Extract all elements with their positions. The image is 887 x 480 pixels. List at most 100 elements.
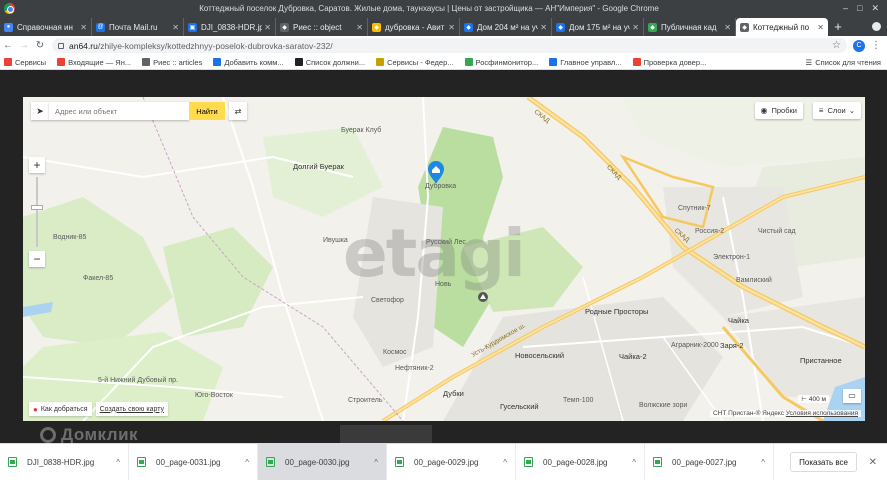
zoom-slider-handle[interactable]	[31, 205, 43, 210]
chevron-up-icon[interactable]: ^	[374, 458, 378, 467]
zoom-in-button[interactable]: +	[29, 157, 45, 173]
downloads-shelf: DJI_0838-HDR.jpg ^ 00_page-0031.jpg ^ 00_pag…	[0, 443, 887, 480]
tab-label: Почта Mail.ru	[109, 22, 158, 32]
map-label: Факел-85	[83, 275, 114, 282]
bookmark-item[interactable]: Входящие — Ян...	[57, 58, 131, 67]
close-tab-icon[interactable]: ✕	[540, 23, 547, 32]
close-tab-icon[interactable]: ✕	[632, 23, 639, 32]
reading-list-button[interactable]: ☰ Список для чтения	[806, 58, 882, 67]
zoom-out-button[interactable]: −	[29, 251, 45, 267]
map-label: Вамлиский	[736, 277, 772, 284]
bookmark-favicon-icon	[213, 58, 222, 66]
close-tab-icon[interactable]: ✕	[172, 23, 179, 32]
etagi-watermark: etagi	[343, 215, 526, 292]
create-map-link[interactable]: Создать свою карту	[95, 402, 169, 416]
map-view[interactable]: etagi Буерак Клуб Долгий Буерак Дубровка…	[23, 97, 865, 421]
close-window-icon[interactable]: ✕	[871, 3, 879, 14]
download-item[interactable]: 00_page-0027.jpg ^	[645, 443, 774, 480]
bookmark-item[interactable]: Сервисы - Федер...	[376, 58, 454, 67]
image-file-icon	[8, 457, 17, 467]
tab-search-icon[interactable]	[872, 22, 881, 31]
thumbnail[interactable]	[340, 425, 432, 443]
chevron-up-icon[interactable]: ^	[116, 458, 120, 467]
map-label: Чистый сад	[758, 228, 796, 235]
map-search-input[interactable]	[49, 102, 189, 120]
back-icon[interactable]: ←	[0, 40, 16, 51]
bookmark-item[interactable]: Добавить комм...	[213, 58, 284, 67]
chevron-up-icon[interactable]: ^	[632, 458, 636, 467]
bookmark-favicon-icon	[57, 58, 66, 66]
bookmark-item[interactable]: Список должни...	[294, 58, 365, 67]
image-file-icon	[653, 457, 662, 467]
url-text[interactable]: an64.ru/zhilye-kompleksy/kottedzhnyy-pos…	[69, 41, 832, 51]
close-shelf-icon[interactable]: ✕	[869, 457, 877, 468]
download-item[interactable]: DJI_0838-HDR.jpg ^	[0, 443, 129, 480]
image-file-icon	[137, 457, 146, 467]
close-tab-icon[interactable]: ✕	[80, 23, 87, 32]
map-label: Русский Лес	[426, 239, 466, 246]
map-label: Электрон-1	[713, 254, 750, 261]
bookmark-item[interactable]: Росфинмонитор...	[464, 58, 538, 67]
close-tab-icon[interactable]: ✕	[264, 23, 271, 32]
tab-7[interactable]: ◆ Публичная кад ✕	[644, 18, 736, 36]
map-label: Ивушка	[323, 237, 348, 244]
reading-list-icon: ☰	[805, 57, 813, 67]
reload-icon[interactable]: ↻	[32, 40, 48, 51]
download-item[interactable]: 00_page-0029.jpg ^	[387, 443, 516, 480]
poi-icon[interactable]	[477, 291, 489, 303]
image-file-icon	[266, 457, 275, 467]
tab-5[interactable]: ◆ Дом 204 м² на уч ✕	[460, 18, 552, 36]
download-item[interactable]: 00_page-0028.jpg ^	[516, 443, 645, 480]
close-tab-icon[interactable]: ✕	[724, 23, 731, 32]
show-all-button[interactable]: Показать все	[790, 452, 857, 472]
tab-label: Справочная ин	[17, 22, 73, 32]
forward-icon[interactable]: →	[16, 40, 32, 51]
tab-2[interactable]: ▣ DJI_0838-HDR.jp ✕	[184, 18, 276, 36]
close-tab-icon[interactable]: ✕	[448, 23, 455, 32]
lock-icon[interactable]	[58, 42, 64, 49]
chevron-up-icon[interactable]: ^	[245, 458, 249, 467]
tab-0[interactable]: ● Справочная ин ✕	[0, 18, 92, 36]
window-title: Коттеджный поселок Дубровка, Саратов. Жи…	[199, 3, 659, 13]
bookmark-item[interactable]: Проверка довер...	[632, 58, 706, 67]
bookmark-item[interactable]: Риес :: articles	[142, 58, 202, 67]
maximize-icon[interactable]: □	[857, 3, 862, 14]
download-item[interactable]: 00_page-0031.jpg ^	[129, 443, 258, 480]
layers-button[interactable]: ≡ Слои ⌄	[812, 102, 861, 119]
profile-avatar[interactable]: С	[853, 39, 865, 52]
tab-8[interactable]: ◆ Коттеджный по ✕	[736, 18, 828, 36]
directions-link[interactable]: ● Как добраться	[29, 402, 92, 416]
zoom-slider[interactable]	[31, 177, 43, 247]
favicon-icon: @	[96, 22, 105, 32]
lightbox-overlay: etagi Буерак Клуб Долгий Буерак Дубровка…	[0, 71, 887, 444]
traffic-button[interactable]: ◉ Пробки	[754, 102, 803, 119]
window-titlebar: Коттеджный поселок Дубровка, Саратов. Жи…	[0, 0, 887, 16]
tab-6[interactable]: ◆ Дом 175 м² на уч ✕	[552, 18, 644, 36]
tab-label: Коттеджный по	[753, 22, 810, 32]
bookmark-star-icon[interactable]: ☆	[832, 40, 841, 51]
bookmark-item[interactable]: Сервисы	[4, 58, 46, 67]
browser-toolbar: ← → ↻ an64.ru/zhilye-kompleksy/kottedzhn…	[0, 36, 887, 55]
tab-3[interactable]: ◆ Риес :: object ✕	[276, 18, 368, 36]
bookmark-item[interactable]: Главное управл...	[549, 58, 622, 67]
close-tab-icon[interactable]: ✕	[817, 23, 824, 32]
download-item[interactable]: 00_page-0030.jpg ^	[258, 443, 387, 480]
address-bar[interactable]: an64.ru/zhilye-kompleksy/kottedzhnyy-pos…	[52, 38, 847, 53]
minimize-icon[interactable]: –	[843, 3, 848, 14]
location-pin-icon[interactable]	[428, 161, 444, 183]
map-expand-icon[interactable]: ▭	[843, 389, 861, 403]
new-tab-button[interactable]: +	[828, 18, 848, 36]
map-bottom-links: ● Как добраться Создать свою карту	[29, 402, 169, 416]
map-label: Пристанное	[800, 356, 842, 365]
map-search-button[interactable]: Найти	[189, 102, 225, 120]
terms-link[interactable]: Условия использования	[786, 410, 858, 417]
geolocation-icon[interactable]: ➤	[31, 102, 49, 120]
tab-4[interactable]: ◆ дубровка - Авит ✕	[368, 18, 460, 36]
tab-1[interactable]: @ Почта Mail.ru ✕	[92, 18, 184, 36]
menu-kebab-icon[interactable]: ⋮	[871, 40, 881, 51]
close-tab-icon[interactable]: ✕	[356, 23, 363, 32]
route-icon[interactable]: ⇄	[229, 102, 247, 120]
bookmark-favicon-icon	[376, 58, 385, 66]
chevron-up-icon[interactable]: ^	[761, 458, 765, 467]
chevron-up-icon[interactable]: ^	[503, 458, 507, 467]
